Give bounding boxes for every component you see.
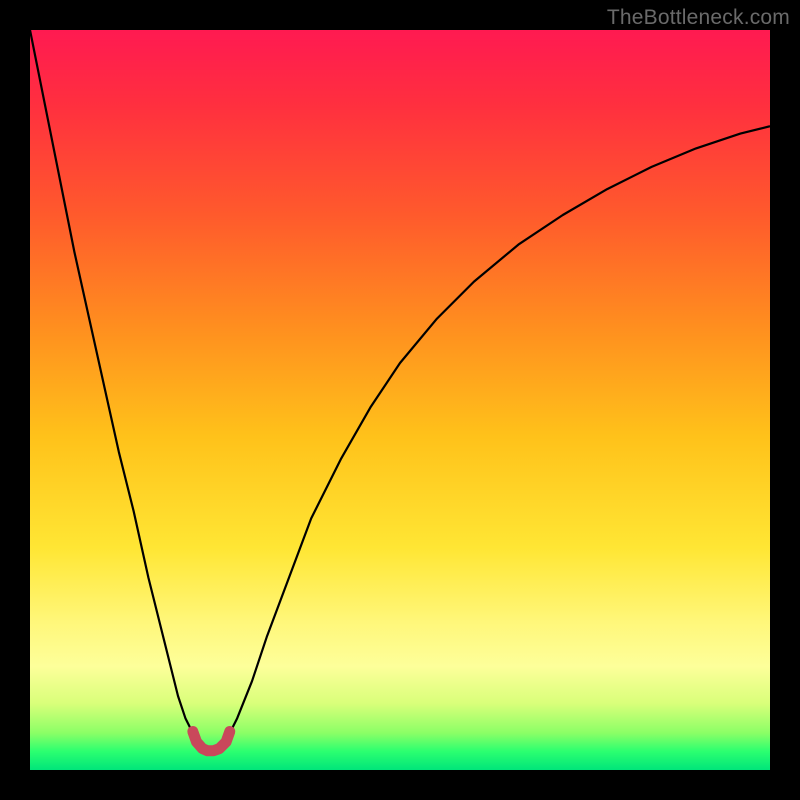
plot-frame: [30, 30, 770, 770]
watermark-text: TheBottleneck.com: [607, 6, 790, 30]
bottleneck-chart: [30, 30, 770, 770]
chart-background: [30, 30, 770, 770]
